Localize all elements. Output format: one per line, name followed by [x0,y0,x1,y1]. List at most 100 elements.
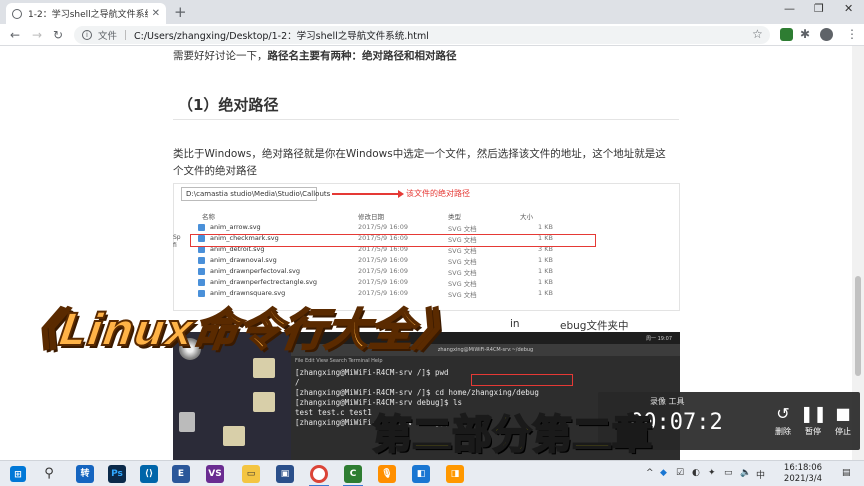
camtasia-icon[interactable]: C [344,465,362,483]
tray-app-icon[interactable]: ☑ [676,468,684,478]
menu-dots-icon[interactable]: ⋮ [846,27,858,41]
terminal-line: test test.c test1 [295,408,372,417]
bookmark-star-icon[interactable]: ☆ [752,27,763,41]
new-tab-button[interactable]: + [174,3,187,21]
ime-indicator[interactable]: 中 [756,468,765,481]
globe-icon [12,8,22,19]
taskbar-clock[interactable]: 16:18:06 2021/3/4 [776,463,830,485]
reload-button[interactable]: ↻ [53,27,63,43]
browser-toolbar: ← → ↻ i 文件 C:/Users/zhangxing/Desktop/1-… [0,24,864,46]
file-date: 2017/5/9 16:09 [358,256,408,264]
app-icon[interactable]: ▣ [276,465,294,483]
close-window-icon[interactable]: ✕ [844,2,853,15]
file-type: SVG 文档 [448,225,477,233]
intro-text: 需要好好讨论一下， [173,50,268,62]
restore-icon[interactable]: ❐ [814,2,824,15]
chrome-icon[interactable] [310,465,328,483]
search-icon[interactable]: ⚲ [40,465,58,483]
clock-time: 16:18:06 [783,463,823,473]
file-icon [198,268,205,275]
back-button[interactable]: ← [10,27,20,43]
col-type: 类型 [448,213,461,221]
tray-app-icon[interactable]: ◐ [692,468,700,478]
puzzle-icon[interactable]: ✱ [800,28,813,41]
chevron-up-icon[interactable]: ^ [646,468,654,478]
avatar[interactable] [820,28,833,41]
frag-in: in [510,318,520,330]
volume-icon[interactable]: 🔈 [740,468,751,478]
app-icon[interactable]: E [172,465,190,483]
file-icon [198,224,205,231]
photoshop-icon[interactable]: Ps [108,465,126,483]
heading-rule [173,119,679,120]
delete-button[interactable]: ↺ 删除 [770,404,796,437]
microphone-icon[interactable]: 🎙 [378,465,396,483]
file-row[interactable]: anim_arrow.svg 2017/5/9 16:09 SVG 文档 1 KB [188,222,588,233]
minimize-icon[interactable]: — [784,2,795,15]
file-type: SVG 文档 [448,258,477,266]
file-name: anim_drawnperfectrectangle.svg [210,278,318,286]
side-label: Sp fi [173,234,181,249]
folder-icon [223,426,245,446]
file-row[interactable]: anim_drawnperfectoval.svg 2017/5/9 16:09 S… [188,266,588,277]
app-icon[interactable]: 转 [76,465,94,483]
app-icon[interactable]: ◧ [412,465,430,483]
annotation: 该文件的绝对路径 [406,189,470,198]
vscode-icon[interactable]: ⟨⟩ [140,465,158,483]
file-date: 2017/5/9 16:09 [358,223,408,231]
visual-studio-icon[interactable]: VS [206,465,224,483]
network-icon[interactable]: ▭ [724,468,733,478]
browser-tab[interactable]: 1-2：学习shell之导航文件系统 ✕ [6,3,166,24]
folder-icon [253,358,275,378]
recorder-toolbar[interactable]: 录像 工具 [650,396,685,407]
file-name: anim_drawnperfectoval.svg [210,267,300,275]
stop-button[interactable]: ■ 停止 [830,404,856,437]
close-tab-icon[interactable]: ✕ [152,8,160,19]
intro-bold: 路径名主要有两种：绝对路径和相对路径 [267,50,457,62]
intro-paragraph: 需要好好讨论一下，路径名主要有两种：绝对路径和相对路径 [173,48,457,64]
url-text[interactable]: C:/Users/zhangxing/Desktop/1-2：学习shell之导… [134,28,429,42]
para-line-1: 类比于Windows，绝对路径就是你在Windows中选定一个文件，然后选择该文… [173,148,666,160]
frag-debug: ebug文件夹中 [560,320,629,332]
tray-app-icon[interactable]: ◆ [660,468,667,478]
address-bar[interactable]: i 文件 C:/Users/zhangxing/Desktop/1-2：学习sh… [74,26,770,44]
scrollbar-thumb[interactable] [855,276,861,376]
video-title-overlay: 《Linux命令行大全》 [11,304,462,357]
app-icon[interactable]: ◨ [446,465,464,483]
forward-button[interactable]: → [32,27,42,43]
tray-app-icon[interactable]: ✦ [708,468,716,478]
section-heading: （1）绝对路径 [178,96,279,114]
file-row[interactable]: anim_drawnoval.svg 2017/5/9 16:09 SVG 文档 1 … [188,255,588,266]
col-name: 名称 [202,213,215,221]
notification-icon[interactable]: ▤ [842,468,851,478]
stop-icon: ■ [835,404,851,423]
terminal-line: / [295,378,300,387]
file-name: anim_arrow.svg [210,223,261,231]
start-icon[interactable]: ⊞ [10,466,26,482]
para-line-2: 个文件的绝对路径 [173,165,257,177]
windows-taskbar: ⊞ ⚲ 转 Ps ⟨⟩ E VS ▭ ▣ C 🎙 ◧ ◨ ^ ◆ ☑ ◐ ✦ ▭… [0,460,864,486]
undo-icon: ↺ [776,404,790,423]
file-row[interactable]: anim_drawnperfectrectangle.svg 2017/5/9 1… [188,277,588,288]
file-date: 2017/5/9 16:09 [358,278,408,286]
tab-strip: 1-2：学习shell之导航文件系统 ✕ + — ❐ ✕ [0,0,864,24]
file-icon [198,246,205,253]
terminal-line: [zhangxing@MiWiFi-R4CM-srv /]$ cd home/z… [295,388,539,397]
scheme-label: 文件 [98,31,118,42]
extension-icon[interactable] [780,28,793,41]
file-size: 1 KB [538,256,553,264]
file-type: SVG 文档 [448,269,477,277]
file-icon [198,257,205,264]
divider [125,30,127,40]
terminal-line: [zhangxing@MiWiFi-R4CM-srv /]$ pwd [295,368,449,377]
tab-title: 1-2：学习shell之导航文件系统 [28,10,148,20]
info-icon[interactable]: i [82,30,92,40]
folder-icon[interactable]: ▭ [242,465,260,483]
clock-date: 2021/3/4 [783,474,823,484]
file-icon [198,279,205,286]
pause-button[interactable]: ❚❚ 暂停 [800,404,827,437]
command-highlight [471,374,573,386]
file-size: 1 KB [538,267,553,275]
red-arrow [332,190,404,198]
pause-icon: ❚❚ [800,404,827,423]
